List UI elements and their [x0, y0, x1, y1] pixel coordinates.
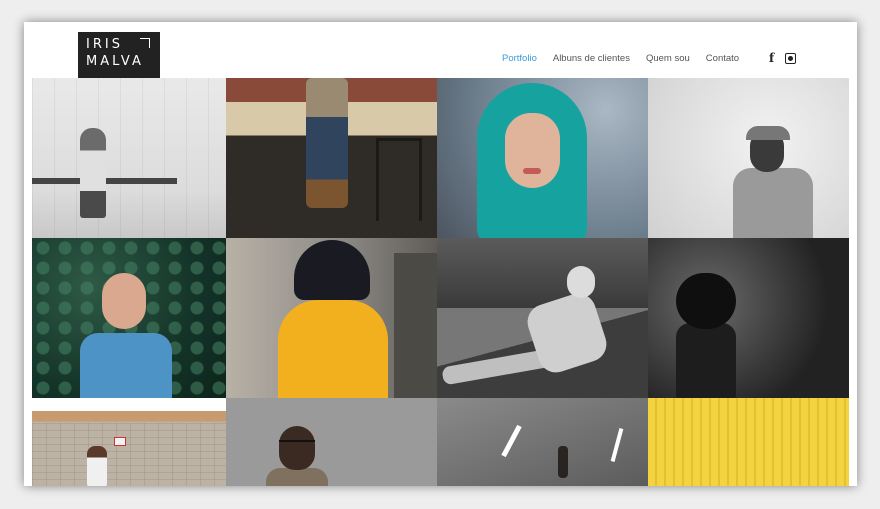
photo-woman-in-yellow-coat[interactable] — [226, 238, 437, 398]
social-links: f — [769, 52, 797, 64]
photo-gallery — [32, 78, 849, 486]
photo-curly-hair-silhouette[interactable] — [648, 238, 849, 398]
photo-person-on-table[interactable] — [226, 78, 437, 238]
facebook-icon[interactable]: f — [769, 52, 774, 64]
photo-woman-on-bench[interactable] — [32, 78, 226, 238]
nav-portfolio[interactable]: Portfolio — [502, 53, 537, 64]
photo-woman-by-brick-wall[interactable] — [32, 411, 226, 486]
photo-yellow-wall[interactable] — [648, 398, 849, 486]
site-logo[interactable]: IRIS MALVA — [78, 32, 160, 79]
nav-contact[interactable]: Contato — [706, 53, 739, 64]
logo-line-1: IRIS — [86, 37, 123, 52]
browser-page: IRIS MALVA Portfolio Albuns de clientes … — [24, 22, 857, 486]
nav-client-albums[interactable]: Albuns de clientes — [553, 53, 630, 64]
main-nav: Portfolio Albuns de clientes Quem sou Co… — [502, 53, 739, 64]
logo-corner-mark — [140, 38, 150, 48]
photo-man-in-cap[interactable] — [648, 78, 849, 238]
logo-line-2: MALVA — [86, 54, 144, 69]
nav-about[interactable]: Quem sou — [646, 53, 690, 64]
photo-woman-on-street[interactable] — [437, 238, 648, 398]
photo-man-with-glasses[interactable] — [226, 398, 437, 486]
photo-woman-in-leaves[interactable] — [32, 238, 226, 398]
photo-man-on-road[interactable] — [437, 398, 648, 486]
photo-teal-hair-woman[interactable] — [437, 78, 648, 238]
instagram-icon[interactable] — [785, 52, 797, 64]
